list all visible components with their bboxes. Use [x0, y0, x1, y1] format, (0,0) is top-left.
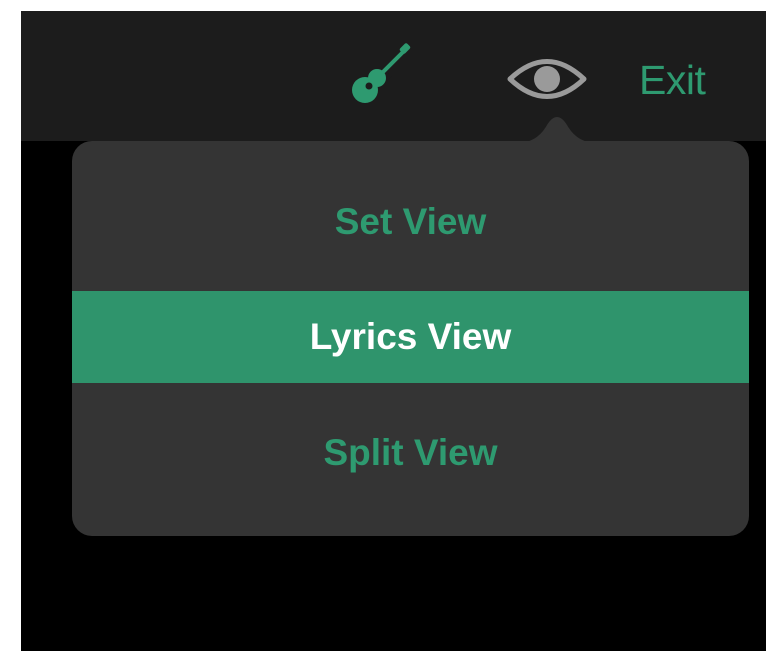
menu-item-set-view[interactable]: Set View — [72, 163, 749, 281]
eye-icon[interactable] — [507, 56, 587, 102]
view-mode-popover: Set View Lyrics View Split View — [72, 141, 749, 536]
menu-item-lyrics-view[interactable]: Lyrics View — [72, 291, 749, 383]
popover-arrow — [517, 117, 597, 143]
top-toolbar: Exit — [21, 11, 766, 141]
menu-item-split-view[interactable]: Split View — [72, 403, 749, 503]
app-screen: Exit Set View Lyrics View Split View — [21, 11, 766, 651]
exit-button[interactable]: Exit — [639, 55, 706, 105]
guitar-icon[interactable] — [347, 42, 413, 108]
